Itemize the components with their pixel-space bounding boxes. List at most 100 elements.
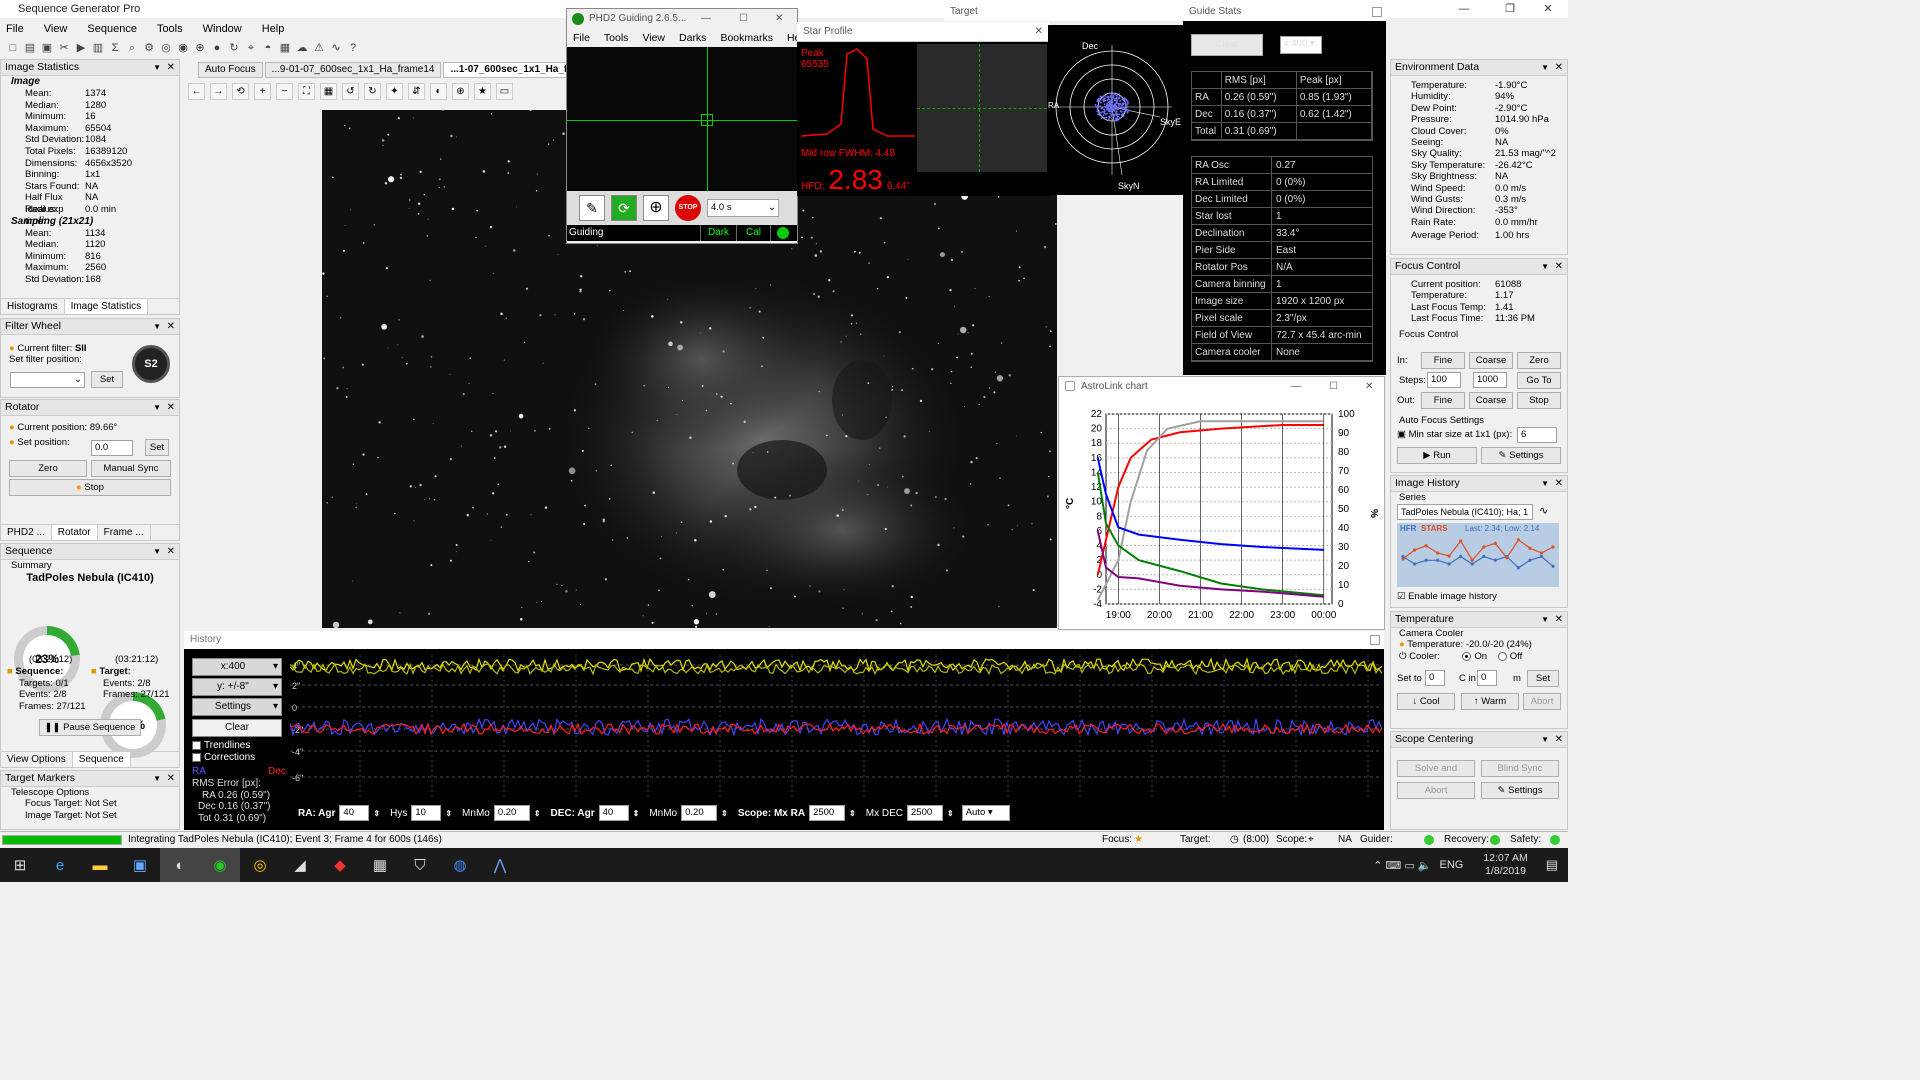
save-app-icon[interactable]: ▣ <box>120 848 160 882</box>
rotator-icon[interactable]: ↻ <box>227 41 241 55</box>
close-icon[interactable]: ✕ <box>167 400 175 415</box>
guide-icon[interactable]: ⟳ <box>611 195 637 221</box>
mxra-input[interactable]: 2500 <box>809 805 846 821</box>
steps-fine-input[interactable]: 100 <box>1427 372 1461 388</box>
phd2-icon[interactable]: ◉ <box>200 848 240 882</box>
camera-icon[interactable]: ◉ <box>176 41 190 55</box>
dropdown-icon[interactable]: ▼ <box>153 319 161 334</box>
tab-image-statistics[interactable]: Image Statistics <box>64 299 149 314</box>
rotate-ccw-icon[interactable]: ↺ <box>342 83 359 100</box>
menu-view[interactable]: View <box>642 29 665 47</box>
spinner-icon[interactable]: ⇕ <box>534 809 541 818</box>
abort-button[interactable]: Abort <box>1523 693 1561 710</box>
back-icon[interactable]: ← <box>188 83 205 100</box>
dropdown-icon[interactable]: ▼ <box>1541 732 1549 747</box>
auto-select[interactable]: Auto ▾ <box>961 805 1010 821</box>
y-scale-select[interactable]: y: +/-8" ▾ <box>192 678 282 696</box>
menu-window[interactable]: Window <box>203 23 242 35</box>
close-icon[interactable]: ✕ <box>1555 612 1563 627</box>
close-icon[interactable]: ✕ <box>1365 377 1373 396</box>
spinner-icon[interactable]: ⇕ <box>947 809 954 818</box>
close-icon[interactable]: ✕ <box>167 771 175 786</box>
minimize-icon[interactable]: — <box>1444 0 1484 18</box>
dropdown-icon[interactable]: ▼ <box>1541 60 1549 75</box>
sgpro-icon[interactable]: ◐ <box>160 848 200 882</box>
dropdown-icon[interactable]: ▼ <box>153 771 161 786</box>
app5-icon[interactable]: ⋀ <box>480 848 520 882</box>
frame-icon[interactable]: ▭ <box>496 83 513 100</box>
loop-icon[interactable]: ✎ <box>579 195 605 221</box>
chart-icon[interactable]: ▥ <box>91 41 105 55</box>
abort-button[interactable]: Abort <box>1397 782 1475 799</box>
spinner-icon[interactable]: ⇕ <box>721 809 728 818</box>
mnmo2-input[interactable]: 0.20 <box>681 805 718 821</box>
menu-tools[interactable]: Tools <box>157 23 183 35</box>
tab-phd2[interactable]: PHD2 ... <box>1 525 52 540</box>
tray-icons[interactable]: ⌃ ⌨ ▭ 🔈 <box>1373 859 1431 872</box>
run-button[interactable]: ▶ Run <box>1397 447 1477 464</box>
out-fine-button[interactable]: Fine <box>1421 392 1465 409</box>
in-coarse-button[interactable]: Coarse <box>1469 352 1513 369</box>
settings-select[interactable]: Settings ▾ <box>192 698 282 716</box>
rotate-cw-icon[interactable]: ↻ <box>364 83 381 100</box>
menu-view[interactable]: View <box>44 23 68 35</box>
close-icon[interactable]: ✕ <box>167 319 175 334</box>
minutes-input[interactable]: 0 <box>1477 670 1497 686</box>
corrections-checkbox[interactable]: Corrections <box>192 752 255 764</box>
menu-file[interactable]: File <box>6 23 24 35</box>
zero-button[interactable]: Zero <box>9 460 87 477</box>
contrast-icon[interactable]: ◐ <box>430 83 447 100</box>
crosshair-icon[interactable]: ⊕ <box>452 83 469 100</box>
tab-auto-focus[interactable]: Auto Focus <box>198 62 263 78</box>
star-icon[interactable]: ★ <box>474 83 491 100</box>
restore-icon[interactable]: ❐ <box>1490 0 1530 18</box>
warm-button[interactable]: ↑ Warm <box>1461 693 1519 710</box>
pause-sequence-button[interactable]: ❚❚ Pause Sequence <box>39 719 141 736</box>
fit-icon[interactable]: ⛶ <box>298 83 315 100</box>
dropdown-icon[interactable]: ▼ <box>153 60 161 75</box>
dropdown-icon[interactable]: ▼ <box>1541 476 1549 491</box>
spinner-icon[interactable]: ⇕ <box>849 809 856 818</box>
plot-icon[interactable]: ∿ <box>329 41 343 55</box>
reload-icon[interactable]: ⟲ <box>232 83 249 100</box>
close-icon[interactable]: ✕ <box>167 60 175 75</box>
set-position-input[interactable]: 0.0 <box>91 440 133 456</box>
restore-icon[interactable] <box>1370 635 1380 645</box>
set-position-button[interactable]: Set <box>145 439 169 456</box>
close-icon[interactable]: ✕ <box>775 9 783 29</box>
hys-input[interactable]: 10 <box>411 805 442 821</box>
menu-help[interactable]: Help <box>262 23 285 35</box>
in-fine-button[interactable]: Fine <box>1421 352 1465 369</box>
dec-agr-input[interactable]: 40 <box>598 805 629 821</box>
forward-icon[interactable]: → <box>210 83 227 100</box>
close-icon[interactable]: ✕ <box>1555 259 1563 274</box>
menu-tools[interactable]: Tools <box>604 29 629 47</box>
set-temp-input[interactable]: 0 <box>1425 670 1445 686</box>
zoom-in-icon[interactable]: + <box>254 83 271 100</box>
cooler-on-radio[interactable]: On <box>1462 651 1487 662</box>
focus-settings-button[interactable]: ✎ Settings <box>1481 447 1561 464</box>
stretch-icon[interactable]: ✦ <box>386 83 403 100</box>
dropdown-icon[interactable]: ▼ <box>1541 612 1549 627</box>
auto-stretch-icon[interactable]: ⇵ <box>408 83 425 100</box>
close-icon[interactable]: ✕ <box>1555 476 1563 491</box>
maximize-icon[interactable]: ☐ <box>739 9 748 29</box>
clock[interactable]: 12:07 AM 1/8/2019 <box>1483 852 1527 878</box>
scale-select[interactable]: x:400 ▾ <box>1280 36 1322 54</box>
tab-frame14[interactable]: ...9-01-07_600sec_1x1_Ha_frame14 <box>264 62 442 78</box>
tab-rotator[interactable]: Rotator <box>51 525 98 540</box>
chart-icon[interactable]: ∿ <box>1539 504 1548 517</box>
trendlines-checkbox[interactable]: Trendlines <box>192 740 255 752</box>
search-icon[interactable]: ⌕ <box>125 41 139 55</box>
ra-agr-input[interactable]: 40 <box>339 805 370 821</box>
history-clear-button[interactable]: Clear <box>192 719 282 737</box>
maximize-icon[interactable]: ☐ <box>1329 377 1338 396</box>
help-icon[interactable]: ? <box>346 41 360 55</box>
close-icon[interactable]: ✕ <box>1528 0 1568 18</box>
menu-file[interactable]: File <box>573 29 590 47</box>
series-select[interactable]: TadPoles Nebula (IC410); Ha; 1 <box>1397 504 1533 520</box>
steps-coarse-input[interactable]: 1000 <box>1473 372 1507 388</box>
goto-button[interactable]: Go To <box>1517 372 1561 389</box>
cut-icon[interactable]: ✂ <box>57 41 71 55</box>
set-filter-button[interactable]: Set <box>91 371 123 388</box>
